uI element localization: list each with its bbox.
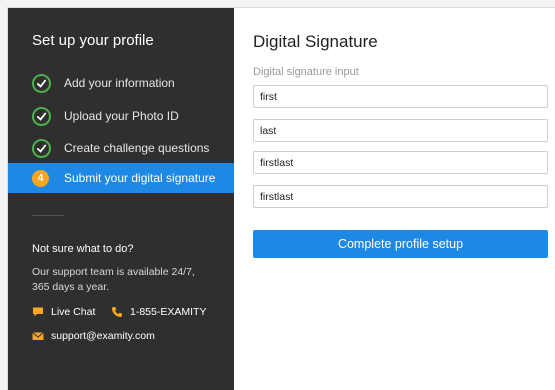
step-number-badge: 4 bbox=[32, 169, 49, 187]
check-circle-icon bbox=[32, 73, 51, 93]
page-title: Digital Signature bbox=[253, 32, 378, 51]
help-title: Not sure what to do? bbox=[32, 243, 134, 255]
phone-link[interactable]: 1-855-EXAMITY bbox=[111, 306, 206, 318]
step-upload-photo-id[interactable]: Upload your Photo ID bbox=[8, 101, 234, 131]
profile-setup-window: Set up your profile Add your information… bbox=[7, 7, 555, 390]
check-circle-icon bbox=[32, 138, 51, 158]
step-label: Add your information bbox=[64, 76, 175, 90]
step-label: Create challenge questions bbox=[64, 141, 210, 155]
step-label: Submit your digital signature bbox=[64, 171, 216, 185]
signature-field-confirm[interactable] bbox=[253, 185, 548, 208]
mail-icon bbox=[32, 330, 44, 342]
signature-field-firstlast[interactable] bbox=[253, 151, 548, 174]
signature-field-first[interactable] bbox=[253, 85, 548, 108]
sidebar-title: Set up your profile bbox=[32, 32, 154, 49]
live-chat-link[interactable]: Live Chat bbox=[32, 306, 95, 318]
check-circle-icon bbox=[32, 106, 51, 126]
sidebar: Set up your profile Add your information… bbox=[8, 8, 242, 390]
step-challenge-questions[interactable]: Create challenge questions bbox=[8, 133, 234, 163]
complete-profile-button[interactable]: Complete profile setup bbox=[253, 230, 548, 258]
signature-field-last[interactable] bbox=[253, 119, 548, 142]
phone-icon bbox=[111, 306, 123, 318]
phone-number: 1-855-EXAMITY bbox=[130, 306, 207, 318]
support-email: support@examity.com bbox=[51, 330, 155, 342]
main-panel: Digital Signature Digital signature inpu… bbox=[234, 8, 555, 390]
email-link[interactable]: support@examity.com bbox=[32, 330, 155, 342]
live-chat-label: Live Chat bbox=[51, 306, 96, 318]
step-add-information[interactable]: Add your information bbox=[8, 68, 234, 98]
signature-input-label: Digital signature input bbox=[253, 66, 359, 78]
sidebar-divider bbox=[32, 215, 64, 216]
step-digital-signature[interactable]: 4 Submit your digital signature bbox=[8, 163, 242, 193]
step-label: Upload your Photo ID bbox=[64, 109, 179, 123]
chat-icon bbox=[32, 306, 44, 318]
help-text: Our support team is available 24/7, 365 … bbox=[32, 266, 195, 293]
